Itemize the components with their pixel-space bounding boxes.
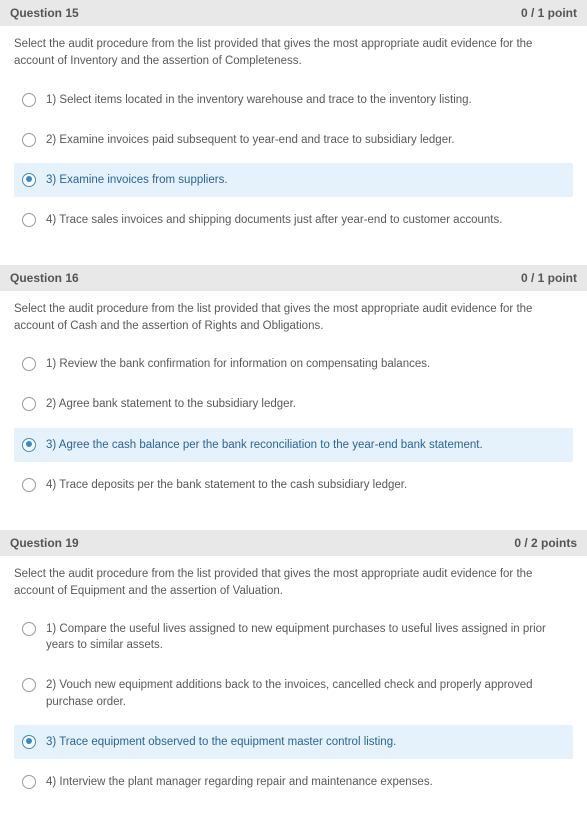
- answer-option[interactable]: 4) Interview the plant manager regarding…: [14, 765, 573, 799]
- radio-icon: [22, 735, 36, 749]
- answer-option-label: 2) Agree bank statement to the subsidiar…: [46, 396, 565, 412]
- radio-icon: [22, 93, 36, 107]
- radio-icon: [22, 213, 36, 227]
- question-header: Question 15 0 / 1 point: [0, 0, 587, 26]
- radio-icon: [22, 133, 36, 147]
- question-block: Question 16 0 / 1 point Select the audit p…: [0, 265, 587, 512]
- answer-option[interactable]: 4) Trace deposits per the bank statement…: [14, 468, 573, 502]
- question-prompt: Select the audit procedure from the list…: [14, 301, 573, 336]
- question-body: Select the audit procedure from the list…: [0, 556, 587, 809]
- question-score: 0 / 1 point: [521, 271, 577, 285]
- question-body: Select the audit procedure from the list…: [0, 26, 587, 247]
- question-block: Question 19 0 / 2 points Select the audit …: [0, 530, 587, 809]
- answer-option-label: 3) Examine invoices from suppliers.: [46, 172, 565, 188]
- answer-option[interactable]: 1) Compare the useful lives assigned to …: [14, 612, 573, 662]
- answer-option[interactable]: 4) Trace sales invoices and shipping doc…: [14, 203, 573, 237]
- answer-option-label: 4) Interview the plant manager regarding…: [46, 774, 565, 790]
- radio-icon: [22, 173, 36, 187]
- question-block: Question 15 0 / 1 point Select the audit p…: [0, 0, 587, 247]
- answer-option[interactable]: 1) Review the bank confirmation for info…: [14, 347, 573, 381]
- answer-option-label: 4) Trace deposits per the bank statement…: [46, 477, 565, 493]
- answer-option[interactable]: 3) Agree the cash balance per the bank r…: [14, 428, 573, 462]
- question-header: Question 16 0 / 1 point: [0, 265, 587, 291]
- answer-option-label: 1) Compare the useful lives assigned to …: [46, 621, 565, 653]
- answer-option-label: 2) Examine invoices paid subsequent to y…: [46, 132, 565, 148]
- radio-icon: [22, 622, 36, 636]
- answer-option[interactable]: 2) Examine invoices paid subsequent to y…: [14, 123, 573, 157]
- answer-option-label: 3) Trace equipment observed to the equip…: [46, 734, 565, 750]
- question-score: 0 / 1 point: [521, 6, 577, 20]
- question-prompt: Select the audit procedure from the list…: [14, 566, 573, 601]
- question-header: Question 19 0 / 2 points: [0, 530, 587, 556]
- answer-option[interactable]: 3) Trace equipment observed to the equip…: [14, 725, 573, 759]
- answer-option-label: 2) Vouch new equipment additions back to…: [46, 677, 565, 709]
- radio-icon: [22, 397, 36, 411]
- question-title: Question 19: [10, 536, 79, 550]
- answer-option[interactable]: 2) Vouch new equipment additions back to…: [14, 668, 573, 718]
- answer-option[interactable]: 1) Select items located in the inventory…: [14, 83, 573, 117]
- answer-option-label: 1) Select items located in the inventory…: [46, 92, 565, 108]
- radio-icon: [22, 775, 36, 789]
- radio-icon: [22, 438, 36, 452]
- question-prompt: Select the audit procedure from the list…: [14, 36, 573, 71]
- question-score: 0 / 2 points: [514, 536, 577, 550]
- radio-icon: [22, 678, 36, 692]
- radio-icon: [22, 357, 36, 371]
- question-body: Select the audit procedure from the list…: [0, 291, 587, 512]
- radio-icon: [22, 478, 36, 492]
- answer-option-label: 1) Review the bank confirmation for info…: [46, 356, 565, 372]
- answer-option[interactable]: 3) Examine invoices from suppliers.: [14, 163, 573, 197]
- question-title: Question 15: [10, 6, 79, 20]
- answer-option-label: 4) Trace sales invoices and shipping doc…: [46, 212, 565, 228]
- question-title: Question 16: [10, 271, 79, 285]
- answer-option-label: 3) Agree the cash balance per the bank r…: [46, 437, 565, 453]
- answer-option[interactable]: 2) Agree bank statement to the subsidiar…: [14, 387, 573, 421]
